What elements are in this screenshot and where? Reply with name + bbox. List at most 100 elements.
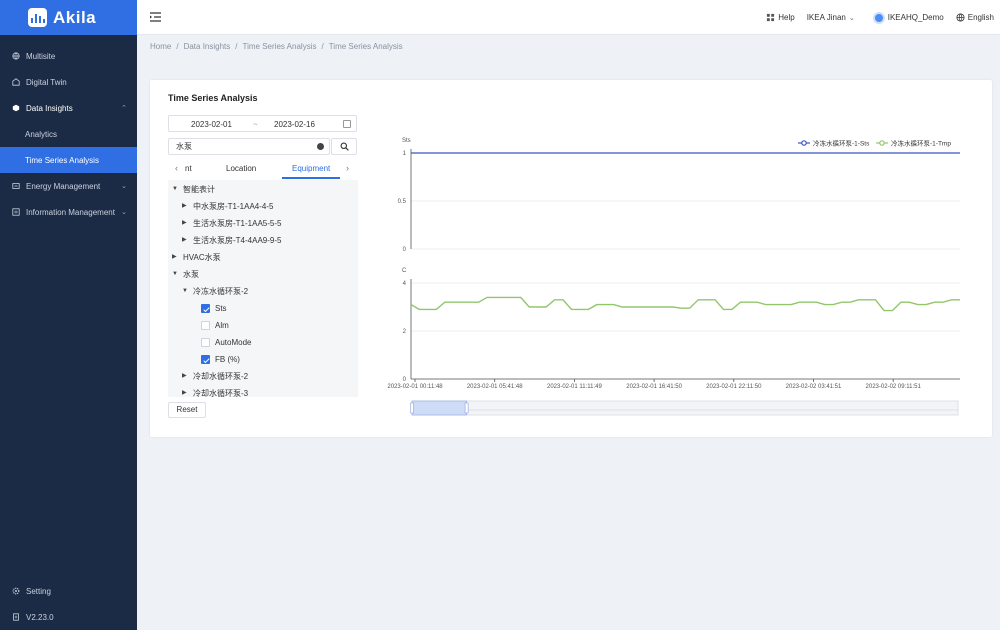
- checkbox[interactable]: [201, 321, 210, 330]
- globe-icon: [12, 52, 20, 60]
- time-series-chart: 冷冻水循环泵-1-Sts 冷冻水循环泵-1-TmpSts10.50C4202023…: [387, 138, 960, 416]
- grid-icon: [767, 13, 775, 22]
- help-link[interactable]: Help: [766, 13, 795, 22]
- sidebar-item-multisite[interactable]: Multisite: [0, 43, 137, 69]
- equipment-tree: ▼ 智能表计 ▶ 中水泵房-T1-1AA4-4-5 ▶ 生活水泵房-T1-1AA5-5…: [168, 180, 358, 397]
- checkbox[interactable]: [201, 304, 210, 313]
- zoom-handle-right[interactable]: [464, 402, 469, 414]
- sidebar-item-energy-management[interactable]: Energy Management ⌄: [0, 173, 137, 199]
- tree-tabs: ‹ nt Location Equipment ›: [168, 160, 357, 179]
- menu-toggle-icon[interactable]: [150, 12, 161, 22]
- sidebar: Akila Multisite Digital Twin Data Insigh…: [0, 0, 137, 630]
- sidebar-item-analytics[interactable]: Analytics: [0, 121, 137, 147]
- energy-icon: [12, 183, 20, 189]
- site-label: IKEA Jinan: [806, 13, 846, 22]
- chevron-down-icon: ⌄: [848, 14, 855, 22]
- tree-node[interactable]: ▶ 生活水泵房-T4-4AA9-9-5: [182, 232, 281, 249]
- x-tick-label: 2023-02-01 11:11:49: [547, 384, 602, 390]
- breadcrumb: Home / Data Insights / Time Series Analysi…: [150, 42, 403, 51]
- legend-marker: [879, 140, 885, 146]
- breadcrumb-data-insights[interactable]: Data Insights: [184, 42, 231, 51]
- building-icon: [12, 78, 20, 86]
- sidebar-item-label: Analytics: [25, 129, 58, 139]
- tree-node[interactable]: ▶ HVAC水泵: [172, 249, 221, 266]
- tab-component[interactable]: nt: [185, 164, 192, 173]
- breadcrumb-current: Time Series Analysis: [328, 42, 403, 51]
- series-line: [410, 296, 960, 312]
- akila-logo-icon: [28, 8, 47, 27]
- version-label: V2.23.0: [26, 612, 54, 622]
- tab-location[interactable]: Location: [226, 164, 256, 173]
- date-range-picker[interactable]: 2023-02-01 ~ 2023-02-16: [168, 115, 357, 132]
- language-label: English: [967, 13, 994, 22]
- legend-label: 冷冻水循环泵-1-Sts: [813, 139, 870, 148]
- y-axis-label: Sts: [402, 138, 411, 144]
- tree-node[interactable]: ▶ 冷却水循环泵-2: [182, 368, 248, 385]
- breadcrumb-separator: /: [235, 42, 238, 51]
- tree-node[interactable]: ▶ 生活水泵房-T1-1AA5-5-5: [182, 215, 281, 232]
- sidebar-item-digital-twin[interactable]: Digital Twin: [0, 69, 137, 95]
- zoom-selection[interactable]: [411, 400, 467, 416]
- x-tick-label: 2023-02-01 05:41:48: [467, 384, 523, 390]
- user-menu[interactable]: IKEAHQ_Demo: [872, 11, 944, 24]
- zoom-handle-left[interactable]: [410, 402, 414, 414]
- user-name: IKEAHQ_Demo: [887, 13, 944, 22]
- date-separator: ~: [253, 120, 258, 129]
- search-icon: [340, 142, 349, 151]
- caret-down-icon: ▼: [172, 186, 178, 192]
- tree-node[interactable]: ▶ 冷却水循环泵-3: [182, 385, 248, 397]
- tree-node[interactable]: ▶ 中水泵房-T1-1AA4-4-5: [182, 198, 273, 215]
- chevron-left-icon[interactable]: ‹: [175, 163, 178, 173]
- tab-equipment[interactable]: Equipment: [292, 164, 330, 173]
- date-end[interactable]: 2023-02-16: [274, 120, 315, 129]
- tree-leaf[interactable]: Alm: [201, 317, 229, 334]
- brand-name: Akila: [53, 7, 97, 27]
- chevron-up-icon: ⌃: [121, 105, 127, 112]
- site-selector[interactable]: IKEA Jinan ⌄: [807, 13, 855, 22]
- x-tick-label: 2023-02-01 16:41:50: [626, 384, 682, 390]
- chevron-right-icon[interactable]: ›: [346, 163, 349, 173]
- sidebar-item-information-management[interactable]: Information Management ⌄: [0, 199, 137, 225]
- language-selector[interactable]: English: [956, 13, 994, 22]
- y-tick-label: 0.5: [398, 199, 407, 205]
- sidebar-item-label: Time Series Analysis: [25, 155, 99, 165]
- globe-icon: [956, 13, 965, 22]
- sidebar-item-data-insights[interactable]: Data Insights ⌃: [0, 95, 137, 121]
- tree-node[interactable]: ▼ 水泵: [172, 266, 199, 283]
- sidebar-item-time-series-analysis[interactable]: Time Series Analysis: [0, 147, 137, 173]
- tree-node[interactable]: ▼ 智能表计: [172, 181, 215, 198]
- zoom-track: [411, 400, 959, 416]
- y-tick-label: 2: [403, 329, 407, 335]
- caret-right-icon: ▶: [172, 254, 177, 260]
- tree-node[interactable]: ▼ 冷冻水循环泵-2: [182, 283, 248, 300]
- clear-icon[interactable]: [317, 143, 324, 150]
- version-info: V2.23.0: [0, 604, 137, 630]
- caret-right-icon: ▶: [182, 237, 187, 243]
- x-tick-label: 2023-02-01 22:11:50: [706, 384, 762, 390]
- tree-leaf[interactable]: Sts: [201, 300, 227, 317]
- caret-down-icon: ▼: [182, 288, 188, 294]
- caret-right-icon: ▶: [182, 220, 187, 226]
- sidebar-item-setting[interactable]: Setting: [0, 578, 137, 604]
- sidebar-item-label: Digital Twin: [26, 77, 67, 87]
- tree-leaf[interactable]: AutoMode: [201, 334, 251, 351]
- search-input[interactable]: [168, 138, 330, 155]
- breadcrumb-home[interactable]: Home: [150, 42, 171, 51]
- cube-icon: [12, 104, 20, 112]
- avatar: [872, 11, 885, 24]
- checkbox[interactable]: [201, 338, 210, 347]
- checkbox[interactable]: [201, 355, 210, 364]
- brand-logo[interactable]: Akila: [0, 0, 137, 35]
- caret-right-icon: ▶: [182, 373, 187, 379]
- date-start[interactable]: 2023-02-01: [191, 120, 232, 129]
- gear-icon: [12, 587, 20, 595]
- page-title: Time Series Analysis: [168, 93, 258, 103]
- tree-leaf[interactable]: FB (%): [201, 351, 240, 368]
- breadcrumb-time-series[interactable]: Time Series Analysis: [243, 42, 317, 51]
- search-button[interactable]: [331, 138, 357, 155]
- document-icon: [13, 613, 19, 621]
- info-icon: [12, 208, 20, 216]
- reset-button[interactable]: Reset: [168, 402, 206, 418]
- y-axis-label: C: [402, 268, 407, 274]
- y-tick-label: 4: [403, 281, 407, 287]
